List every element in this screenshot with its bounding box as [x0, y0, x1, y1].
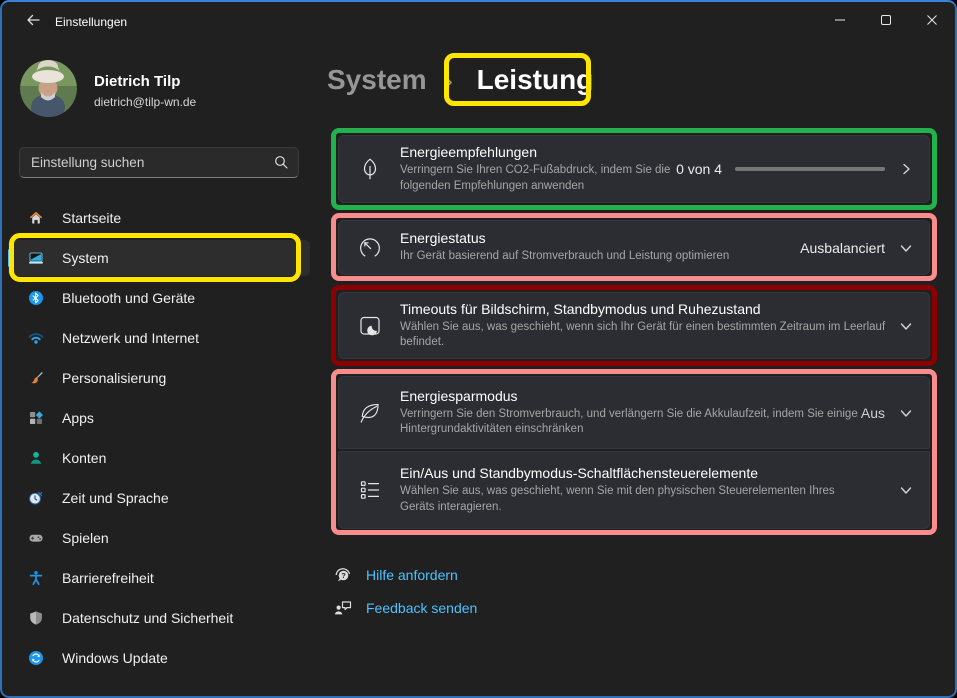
send-feedback-link[interactable]: Feedback senden	[333, 598, 477, 618]
avatar[interactable]	[20, 60, 77, 117]
energy-saver-leaf-icon	[357, 400, 383, 426]
sidebar-item-label: Konten	[62, 450, 106, 466]
sidebar-item-label: Barrierefreiheit	[62, 570, 154, 586]
card-power-button-controls[interactable]: Ein/Aus und Standbymodus-Schaltflächenst…	[338, 451, 930, 529]
maximize-icon	[880, 13, 892, 31]
search-box	[19, 147, 299, 178]
close-icon	[926, 13, 938, 31]
chevron-down-icon	[899, 483, 913, 497]
screen-moon-icon	[357, 313, 383, 339]
feedback-icon	[333, 598, 353, 618]
apps-grid-icon	[28, 410, 44, 426]
sidebar-item-zeit-sprache[interactable]: Zeit und Sprache	[8, 480, 310, 516]
breadcrumb-parent[interactable]: System	[327, 64, 427, 96]
sidebar-item-netzwerk[interactable]: Netzwerk und Internet	[8, 320, 310, 356]
sidebar-item-spielen[interactable]: Spielen	[8, 520, 310, 556]
sidebar-item-label: Datenschutz und Sicherheit	[62, 610, 233, 626]
chevron-down-icon	[899, 406, 913, 420]
card-title: Timeouts für Bildschirm, Standbymodus un…	[400, 301, 885, 317]
sidebar-item-label: System	[62, 250, 109, 266]
energy-status-dropdown-value[interactable]: Ausbalanciert	[800, 240, 885, 256]
sidebar-item-label: Netzwerk und Internet	[62, 330, 199, 346]
home-icon	[28, 210, 44, 226]
titlebar: Einstellungen	[2, 2, 955, 42]
update-icon	[28, 650, 44, 666]
sidebar-item-startseite[interactable]: Startseite	[8, 200, 310, 236]
gauge-icon	[357, 235, 383, 261]
laptop-icon	[28, 250, 44, 266]
search-input[interactable]	[19, 147, 299, 178]
list-icon	[357, 477, 383, 503]
sidebar-item-label: Zeit und Sprache	[62, 490, 169, 506]
card-timeouts[interactable]: Timeouts für Bildschirm, Standbymodus un…	[338, 292, 930, 359]
shield-icon	[28, 610, 44, 626]
sidebar-item-barrierefreiheit[interactable]: Barrierefreiheit	[8, 560, 310, 596]
minimize-button[interactable]	[817, 3, 863, 41]
person-icon	[28, 450, 44, 466]
breadcrumb: System Leistung	[327, 58, 593, 102]
chevron-right-icon	[899, 162, 913, 176]
sidebar-item-windows-update[interactable]: Windows Update	[8, 640, 310, 676]
sidebar-item-label: Spielen	[62, 530, 109, 546]
card-title: Ein/Aus und Standbymodus-Schaltflächenst…	[400, 465, 885, 481]
page-title: Leistung	[477, 64, 594, 96]
bluetooth-icon	[28, 290, 44, 306]
settings-window: Einstellungen	[0, 0, 957, 698]
card-title: Energiestatus	[400, 230, 800, 246]
clock-icon	[28, 490, 44, 506]
sidebar-item-apps[interactable]: Apps	[8, 400, 310, 436]
sidebar-item-personalisierung[interactable]: Personalisierung	[8, 360, 310, 396]
sidebar-item-label: Startseite	[62, 210, 121, 226]
energy-progress-bar	[735, 167, 885, 171]
card-energy-saver[interactable]: Energiesparmodus Verringern Sie den Stro…	[338, 376, 930, 449]
card-energy-recommendations[interactable]: Energieempfehlungen Verringern Sie Ihren…	[338, 135, 930, 203]
sidebar-item-bluetooth[interactable]: Bluetooth und Geräte	[8, 280, 310, 316]
sidebar-nav: Startseite System Bluetooth und Geräte N…	[8, 200, 310, 680]
profile-email: dietrich@tilp-wn.de	[94, 95, 196, 109]
card-title: Energiesparmodus	[400, 388, 861, 404]
sidebar-item-system[interactable]: System	[8, 240, 310, 276]
close-button[interactable]	[909, 3, 955, 41]
energy-saver-value: Aus	[861, 405, 885, 421]
profile-name: Dietrich Tilp	[94, 73, 180, 90]
send-feedback-label: Feedback senden	[366, 600, 477, 616]
maximize-button[interactable]	[863, 3, 909, 41]
card-description: Verringern Sie Ihren CO2-Fußabdruck, ind…	[400, 163, 712, 194]
card-description: Wählen Sie aus, was geschieht, wenn sich…	[400, 320, 905, 351]
app-title: Einstellungen	[55, 15, 127, 29]
sidebar-item-label: Windows Update	[62, 650, 168, 666]
gamepad-icon	[28, 530, 44, 546]
back-arrow-icon	[25, 12, 41, 33]
card-energy-status[interactable]: Energiestatus Ihr Gerät basierend auf St…	[338, 220, 930, 275]
sidebar-item-konten[interactable]: Konten	[8, 440, 310, 476]
accessibility-icon	[28, 570, 44, 586]
help-chat-icon: ?	[333, 565, 353, 585]
sidebar-item-datenschutz[interactable]: Datenschutz und Sicherheit	[8, 600, 310, 636]
chevron-right-icon	[440, 74, 456, 90]
wifi-icon	[28, 330, 44, 346]
sidebar-item-label: Apps	[62, 410, 94, 426]
sidebar-item-label: Personalisierung	[62, 370, 166, 386]
search-icon	[274, 155, 288, 174]
chevron-down-icon	[899, 319, 913, 333]
minimize-icon	[834, 13, 846, 31]
get-help-link[interactable]: ? Hilfe anfordern	[333, 565, 458, 585]
card-description: Wählen Sie aus, was geschieht, wenn Sie …	[400, 484, 862, 515]
card-title: Energieempfehlungen	[400, 144, 676, 160]
leaf-icon	[357, 156, 383, 182]
svg-text:?: ?	[341, 571, 346, 580]
card-description: Verringern Sie den Stromverbrauch, und v…	[400, 407, 862, 438]
back-button[interactable]	[18, 10, 48, 34]
get-help-label: Hilfe anfordern	[366, 567, 458, 583]
sidebar-item-label: Bluetooth und Geräte	[62, 290, 195, 306]
card-description: Ihr Gerät basierend auf Stromverbrauch u…	[400, 249, 840, 265]
paintbrush-icon	[28, 370, 44, 386]
chevron-down-icon	[899, 241, 913, 255]
energy-recommendations-count: 0 von 4	[676, 161, 722, 177]
